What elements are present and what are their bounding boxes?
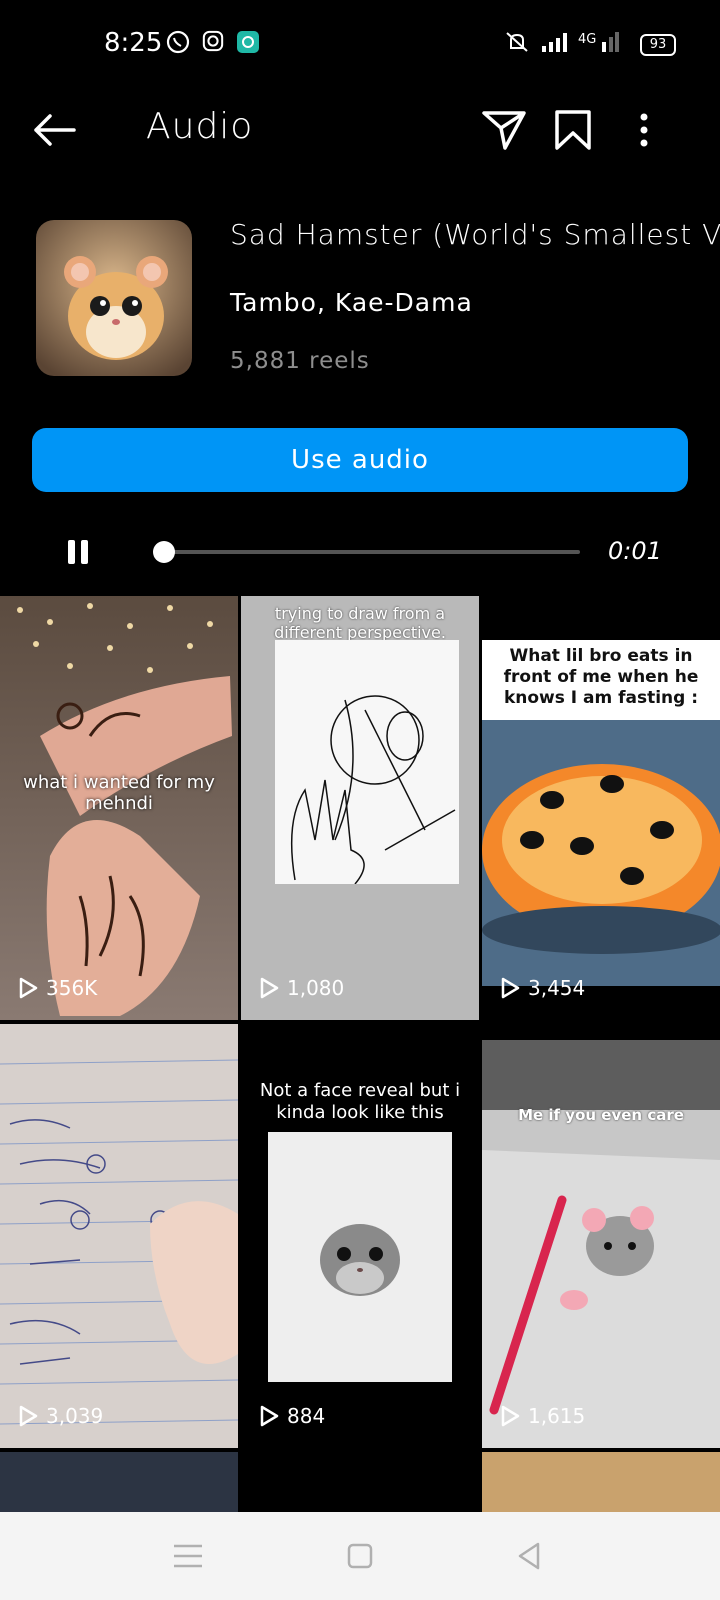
play-icon xyxy=(501,977,520,999)
reel-view-count: 3,454 xyxy=(528,976,586,1000)
reel-views: 884 xyxy=(259,1404,325,1428)
bookmark-icon xyxy=(555,110,591,150)
reel-tile[interactable] xyxy=(0,1452,238,1516)
home-nav-icon[interactable] xyxy=(342,1540,378,1572)
send-icon xyxy=(482,111,526,150)
play-icon xyxy=(260,977,279,999)
back-nav-icon[interactable] xyxy=(512,1540,548,1572)
reel-caption: Not a face reveal but i kinda look like … xyxy=(259,1080,461,1123)
signal-icon xyxy=(540,30,570,58)
status-bar: 8:25 4G 93 xyxy=(0,0,720,90)
more-options-button[interactable] xyxy=(618,104,670,156)
battery-icon: 93 xyxy=(640,34,676,56)
app-header: Audio xyxy=(0,90,720,170)
reel-view-count: 1,615 xyxy=(528,1404,586,1428)
reel-view-count: 356K xyxy=(46,976,98,1000)
reel-tile[interactable]: Not a face reveal but i kinda look like … xyxy=(241,1024,479,1448)
whatsapp-icon xyxy=(166,30,190,58)
reel-tile[interactable]: what i wanted for my mehndi 356K xyxy=(0,596,238,1020)
reel-tile[interactable] xyxy=(482,1452,720,1516)
reel-views: 3,039 xyxy=(18,1404,103,1428)
pause-button[interactable] xyxy=(68,540,90,564)
vibrate-icon xyxy=(502,30,532,58)
audio-progress-handle[interactable] xyxy=(153,541,176,563)
reel-caption: trying to draw from a different perspect… xyxy=(274,604,446,642)
reel-tile[interactable]: trying to draw from a different perspect… xyxy=(241,596,479,1020)
reel-tile[interactable]: What lil bro eats in front of me when he… xyxy=(482,596,720,1020)
page-title: Audio xyxy=(146,106,254,147)
system-nav-bar xyxy=(0,1512,720,1600)
back-button[interactable] xyxy=(28,104,80,156)
play-icon xyxy=(260,1405,279,1427)
signal-2-icon xyxy=(600,30,620,58)
elapsed-time: 0:01 xyxy=(608,537,662,565)
reels-grid: what i wanted for my mehndi 356K trying … xyxy=(0,596,720,1516)
reel-views: 3,454 xyxy=(500,976,585,1000)
reel-caption: What lil bro eats in front of me when he… xyxy=(503,646,699,708)
more-vertical-icon xyxy=(640,113,648,147)
audio-cover-art xyxy=(36,220,192,376)
status-time: 8:25 xyxy=(104,28,163,58)
network-type: 4G xyxy=(578,32,597,47)
app-notification-icon xyxy=(236,30,260,58)
reel-view-count: 884 xyxy=(287,1404,326,1428)
use-audio-button[interactable]: Use audio xyxy=(32,428,688,492)
reel-view-count: 3,039 xyxy=(46,1404,104,1428)
reel-caption: what i wanted for my mehndi xyxy=(23,772,215,814)
reel-tile[interactable] xyxy=(241,1452,479,1516)
play-icon xyxy=(19,1405,38,1427)
audio-title: Sad Hamster (World's Smallest Vio xyxy=(230,218,720,251)
reel-views: 356K xyxy=(18,976,97,1000)
reel-tile[interactable]: 3,039 xyxy=(0,1024,238,1448)
menu-nav-icon[interactable] xyxy=(170,1540,206,1572)
reels-count: 5,881 reels xyxy=(230,348,370,374)
instagram-icon xyxy=(202,30,224,56)
reel-tile[interactable]: Me if you even care 1,615 xyxy=(482,1024,720,1448)
audio-artist[interactable]: Tambo, Kae-Dama xyxy=(230,288,473,317)
reel-caption: Me if you even care xyxy=(518,1106,684,1124)
play-icon xyxy=(19,977,38,999)
reel-views: 1,615 xyxy=(500,1404,585,1428)
audio-progress-track[interactable] xyxy=(156,550,580,554)
play-icon xyxy=(501,1405,520,1427)
share-button[interactable] xyxy=(478,104,530,156)
reel-views: 1,080 xyxy=(259,976,344,1000)
reel-view-count: 1,080 xyxy=(287,976,345,1000)
arrow-left-icon xyxy=(34,114,76,146)
save-button[interactable] xyxy=(547,104,599,156)
